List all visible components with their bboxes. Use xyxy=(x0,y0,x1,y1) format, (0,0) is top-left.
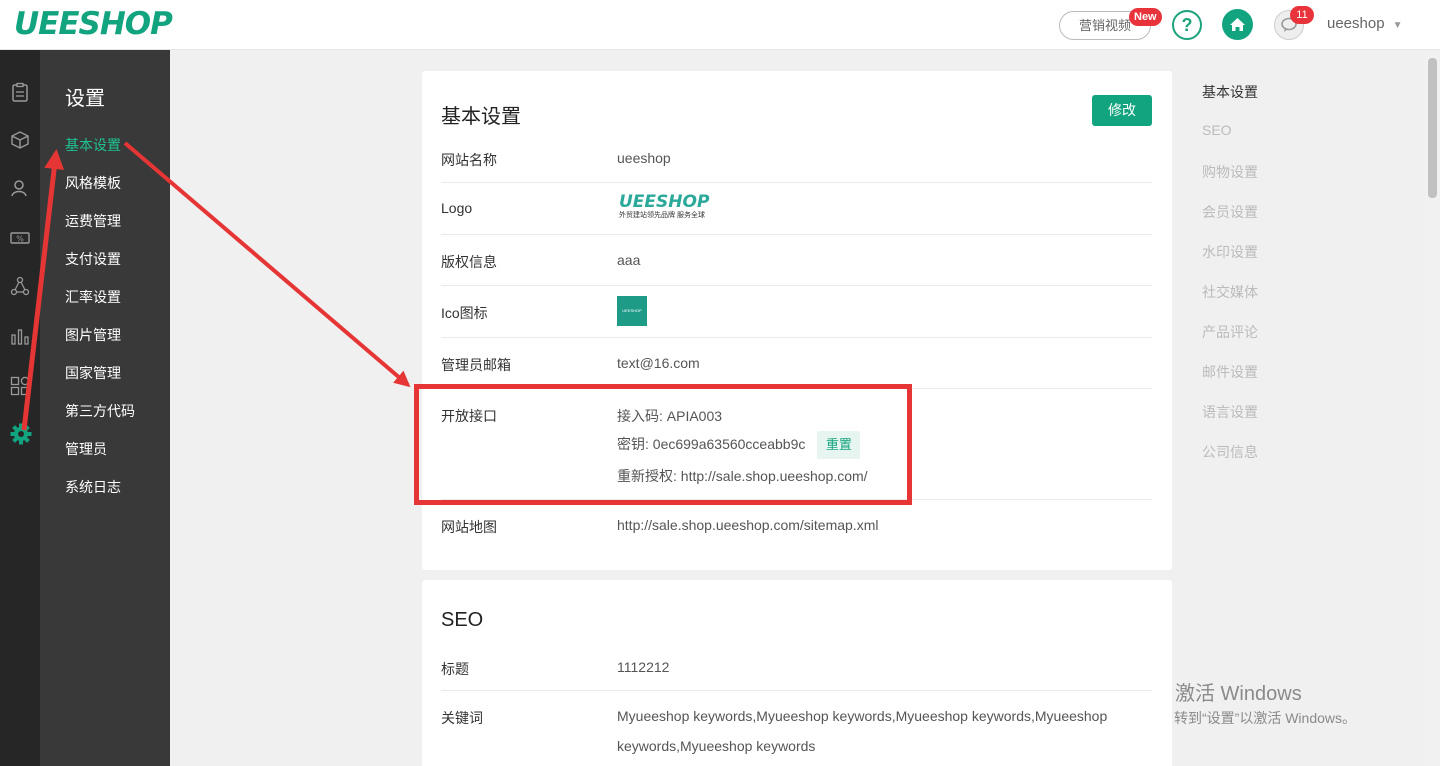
admin-email-label: 管理员邮箱 xyxy=(441,357,511,373)
row-copyright: 版权信息 aaa xyxy=(441,235,1152,286)
sidenav-title: 设置 xyxy=(65,88,105,110)
chevron-down-icon: ▼ xyxy=(1392,20,1403,31)
apps-icon[interactable] xyxy=(10,376,30,396)
anchor-seo[interactable]: SEO xyxy=(1202,122,1232,138)
anchor-member[interactable]: 会员设置 xyxy=(1202,202,1258,222)
orders-icon[interactable] xyxy=(10,82,30,102)
sidenav-item-admins[interactable]: 管理员 xyxy=(65,439,107,459)
site-name-value: ueeshop xyxy=(617,150,671,166)
basic-settings-title: 基本设置 xyxy=(441,106,521,128)
new-badge: New xyxy=(1129,8,1162,26)
ueeshop-logo[interactable]: UEESHOP xyxy=(14,6,173,42)
settings-sidenav: 设置 基本设置 风格模板 运费管理 支付设置 汇率设置 图片管理 国家管理 第三… xyxy=(40,50,170,766)
sidenav-item-third-party-code[interactable]: 第三方代码 xyxy=(65,401,135,421)
anchor-email[interactable]: 邮件设置 xyxy=(1202,362,1258,382)
anchor-company[interactable]: 公司信息 xyxy=(1202,442,1258,462)
username: ueeshop xyxy=(1327,15,1385,32)
annotation-highlight-box xyxy=(414,384,912,505)
sidenav-item-theme[interactable]: 风格模板 xyxy=(65,173,121,193)
sidenav-item-system-log[interactable]: 系统日志 xyxy=(65,477,121,497)
copyright-label: 版权信息 xyxy=(441,254,497,270)
ico-image: UEESHOP xyxy=(617,296,647,326)
sitemap-label: 网站地图 xyxy=(441,519,497,535)
icon-sidebar: % xyxy=(0,50,40,766)
help-icon[interactable]: ? xyxy=(1172,10,1202,40)
row-admin-email: 管理员邮箱 text@16.com xyxy=(441,338,1152,389)
site-logo-text: UEESHOP xyxy=(619,192,710,212)
sidenav-item-basic[interactable]: 基本设置 xyxy=(65,135,121,155)
anchor-language[interactable]: 语言设置 xyxy=(1202,402,1258,422)
windows-activation-watermark: 激活 Windows 转到“设置”以激活 Windows。 xyxy=(1174,677,1357,728)
seo-title: SEO xyxy=(441,609,484,631)
row-ico: Ico图标 UEESHOP xyxy=(441,286,1152,338)
seo-keywords-line1: Myueeshop keywords,Myueeshop keywords,My… xyxy=(617,708,1108,724)
svg-text:%: % xyxy=(16,235,24,244)
users-icon[interactable] xyxy=(10,178,30,198)
top-bar: UEESHOP 营销视频 New ? 11 ueeshop ▼ xyxy=(0,0,1440,50)
message-count-badge: 11 xyxy=(1290,6,1314,24)
anchor-reviews[interactable]: 产品评论 xyxy=(1202,322,1258,342)
home-icon[interactable] xyxy=(1222,9,1253,40)
seo-keywords-label: 关键词 xyxy=(441,710,483,726)
row-site-name: 网站名称 ueeshop xyxy=(441,146,1152,183)
row-seo-keywords: 关键词 Myueeshop keywords,Myueeshop keyword… xyxy=(441,691,1152,766)
promotion-icon[interactable]: % xyxy=(10,228,30,248)
watermark-line2: 转到“设置”以激活 Windows。 xyxy=(1174,710,1357,726)
distribution-icon[interactable] xyxy=(10,276,30,296)
copyright-value: aaa xyxy=(617,252,641,268)
sidenav-item-exchange-rate[interactable]: 汇率设置 xyxy=(65,287,121,307)
site-logo-slogan: 外贸建站领先品牌 服务全球 xyxy=(619,212,705,219)
anchor-shopping[interactable]: 购物设置 xyxy=(1202,162,1258,182)
analytics-icon[interactable] xyxy=(10,326,30,346)
row-logo: Logo UEESHOP 外贸建站领先品牌 服务全球 xyxy=(441,183,1152,235)
logo-label: Logo xyxy=(441,200,473,216)
site-name-label: 网站名称 xyxy=(441,152,497,168)
seo-card: SEO 标题 1112212 关键词 Myueeshop keywords,My… xyxy=(422,580,1172,766)
watermark-line1: 激活 Windows xyxy=(1175,683,1302,705)
sidenav-item-payment[interactable]: 支付设置 xyxy=(65,249,121,269)
row-sitemap: 网站地图 http://sale.shop.ueeshop.com/sitema… xyxy=(441,500,1152,550)
sidenav-item-images[interactable]: 图片管理 xyxy=(65,325,121,345)
row-seo-title: 标题 1112212 xyxy=(441,655,1152,691)
seo-title-label: 标题 xyxy=(441,661,469,677)
user-menu[interactable]: ueeshop ▼ xyxy=(1327,15,1402,32)
scrollbar-thumb[interactable] xyxy=(1428,58,1437,198)
settings-gear-icon[interactable] xyxy=(10,423,32,445)
anchor-social[interactable]: 社交媒体 xyxy=(1202,282,1258,302)
seo-title-value: 1112212 xyxy=(617,659,670,675)
ico-label: Ico图标 xyxy=(441,305,488,321)
sidenav-item-shipping[interactable]: 运费管理 xyxy=(65,211,121,231)
products-icon[interactable] xyxy=(10,130,30,150)
edit-button[interactable]: 修改 xyxy=(1092,95,1152,126)
sitemap-link[interactable]: http://sale.shop.ueeshop.com/sitemap.xml xyxy=(617,517,878,533)
site-logo-image: UEESHOP 外贸建站领先品牌 服务全球 xyxy=(619,193,719,225)
anchor-basic[interactable]: 基本设置 xyxy=(1202,82,1258,102)
admin-email-value: text@16.com xyxy=(617,355,700,371)
anchor-watermark[interactable]: 水印设置 xyxy=(1202,242,1258,262)
sidenav-item-countries[interactable]: 国家管理 xyxy=(65,363,121,383)
seo-keywords-line2: keywords,Myueeshop keywords xyxy=(617,738,816,754)
page-scrollbar[interactable] xyxy=(1425,50,1440,766)
